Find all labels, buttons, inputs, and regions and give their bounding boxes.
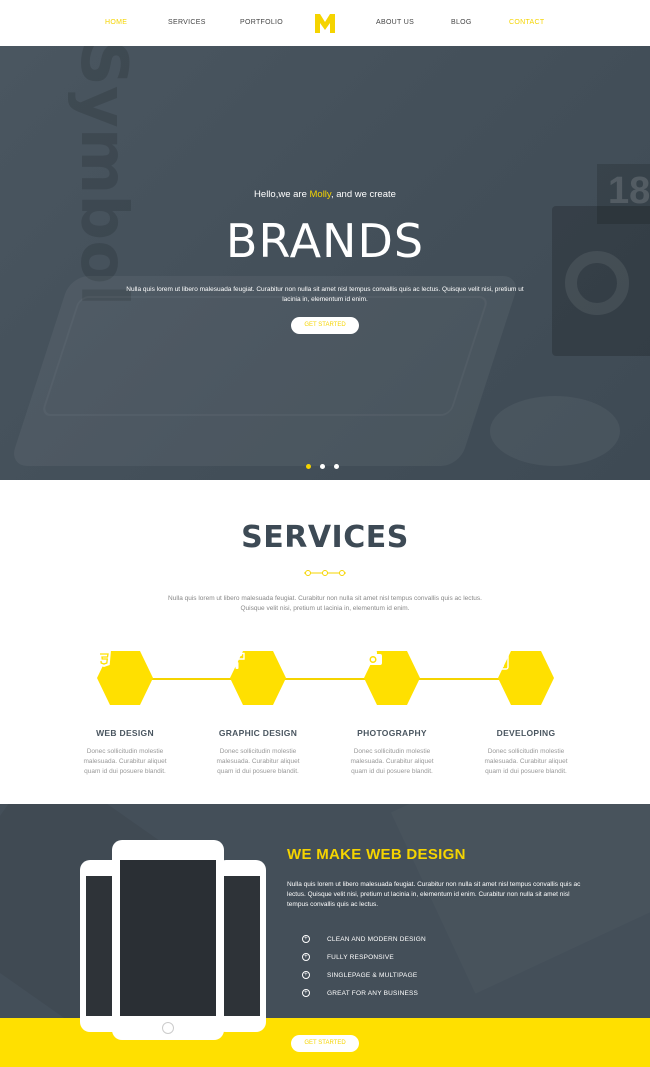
service-title: WEB DESIGN (96, 728, 154, 738)
css3-icon (96, 650, 154, 706)
mobile-icon (497, 650, 555, 706)
web-design-description: Nulla quis lorem ut libero malesuada feu… (287, 881, 581, 908)
list-item: + FULLY RESPONSIVE (302, 948, 426, 966)
nav-item-home[interactable]: HOME (105, 19, 127, 26)
service-text: Donec sollicitudin molestie malesuada. C… (484, 748, 568, 775)
service-developing: DEVELOPING Donec sollicitudin molestie m… (466, 650, 586, 777)
slider-dots (306, 464, 339, 469)
plus-circle-icon: + (302, 989, 310, 997)
logo-icon[interactable] (313, 11, 337, 35)
web-design-section: WE MAKE WEB DESIGN Nulla quis lorem ut l… (0, 804, 650, 1067)
list-item: + SINGLEPAGE & MULTIPAGE (302, 966, 426, 984)
hero-background-mouse (490, 396, 620, 466)
service-title: PHOTOGRAPHY (357, 728, 427, 738)
services-section: SERVICES Nulla quis lorem ut libero male… (0, 480, 650, 804)
service-title: GRAPHIC DESIGN (218, 728, 298, 738)
hero-intro: Hello,we are Molly, and we create (254, 189, 396, 200)
service-title: DEVELOPING (496, 728, 556, 738)
feature-list: + CLEAN AND MODERN DESIGN + FULLY RESPONSI… (302, 930, 426, 1002)
service-text: Donec sollicitudin molestie malesuada. C… (350, 748, 434, 775)
slider-dot-3[interactable] (334, 464, 339, 469)
nav-item-about-us[interactable]: ABOUT US (376, 19, 414, 26)
camera-icon (363, 650, 421, 706)
service-text: Donec sollicitudin molestie malesuada. C… (216, 748, 300, 775)
slider-dot-2[interactable] (320, 464, 325, 469)
hero-title: BRANDS (225, 214, 425, 268)
service-text: Donec sollicitudin molestie malesuada. C… (83, 748, 167, 775)
web-design-title: WE MAKE WEB DESIGN (287, 846, 466, 863)
services-description: Nulla quis lorem ut libero malesuada feu… (168, 595, 482, 612)
web-design-get-started-button[interactable]: GET STARTED (291, 1035, 359, 1052)
services-title: SERVICES (241, 520, 409, 555)
home-button-icon (162, 1022, 174, 1034)
list-item: + CLEAN AND MODERN DESIGN (302, 930, 426, 948)
service-photography: PHOTOGRAPHY Donec sollicitudin molestie … (332, 650, 452, 777)
paint-roller-icon (229, 650, 287, 706)
plus-circle-icon: + (302, 971, 310, 979)
divider-icon (304, 570, 346, 576)
phone-mockup-center (112, 840, 224, 1040)
service-web-design: WEB DESIGN Donec sollicitudin molestie m… (65, 650, 185, 777)
plus-circle-icon: + (302, 953, 310, 961)
slider-dot-1[interactable] (306, 464, 311, 469)
nav-item-services[interactable]: SERVICES (168, 19, 206, 26)
list-item: + GREAT FOR ANY BUSINESS (302, 984, 426, 1002)
hero-section: Symbol 18 Hello,we are Molly, and we cre… (0, 46, 650, 480)
hero-intro-name: Molly (309, 189, 331, 200)
nav-item-blog[interactable]: BLOG (451, 19, 472, 26)
service-graphic-design: GRAPHIC DESIGN Donec sollicitudin molest… (198, 650, 318, 777)
plus-circle-icon: + (302, 935, 310, 943)
hero-description: Nulla quis lorem ut libero malesuada feu… (126, 286, 524, 303)
nav-item-portfolio[interactable]: PORTFOLIO (240, 19, 283, 26)
nav-item-contact[interactable]: CONTACT (509, 19, 544, 26)
top-navigation: HOME SERVICES PORTFOLIO ABOUT US BLOG CO… (0, 0, 650, 46)
hero-get-started-button[interactable]: GET STARTED (291, 317, 359, 334)
